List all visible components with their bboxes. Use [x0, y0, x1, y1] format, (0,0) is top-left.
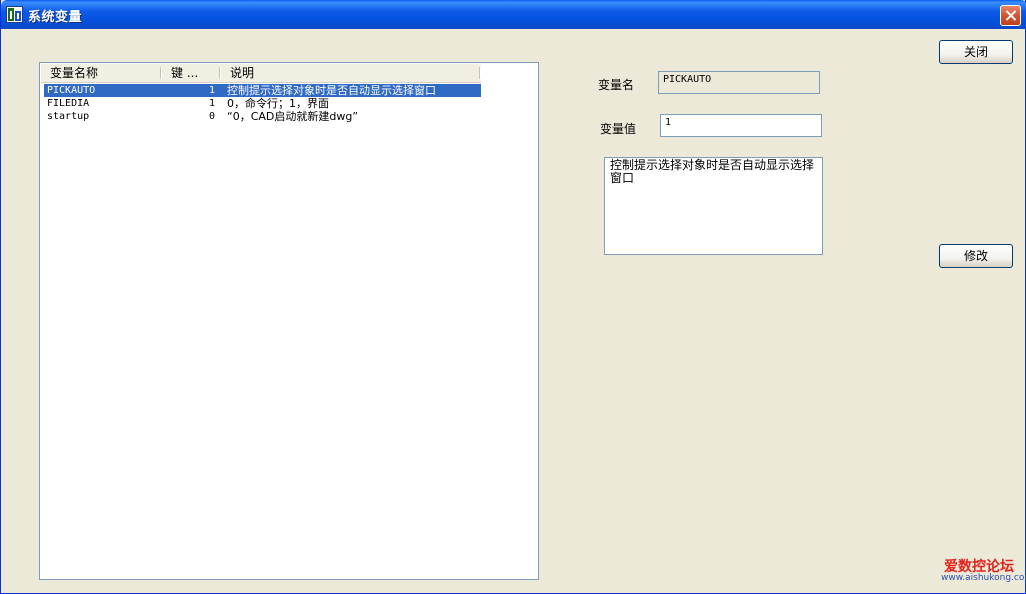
variable-value-input[interactable]: 1 — [660, 114, 822, 137]
list-item[interactable]: FILEDIA 1 0，命令行；1，界面 — [44, 97, 481, 110]
column-header-key[interactable]: 键 ... — [171, 64, 198, 82]
window-title: 系统变量 — [28, 10, 83, 25]
watermark-url: www.aishukong.com — [941, 573, 1026, 583]
column-divider[interactable] — [160, 67, 162, 79]
column-divider[interactable] — [479, 67, 481, 79]
list-item[interactable]: startup 0 “0，CAD启动就新建dwg” — [44, 110, 481, 123]
description-line: 控制提示选择对象时是否自动显示选择 — [610, 158, 815, 172]
variable-name-label: 变量名 — [598, 78, 635, 92]
list-item-key: 0 — [209, 111, 216, 122]
close-button[interactable]: 关闭 — [939, 40, 1013, 64]
column-header-name[interactable]: 变量名称 — [50, 64, 98, 82]
list-item-name: PICKAUTO — [47, 85, 96, 96]
variables-list[interactable]: 变量名称 键 ... 说明 PICKAUTO 1 控制提示选择对象时是否自动显示… — [39, 62, 539, 580]
list-item-name: startup — [47, 111, 90, 122]
list-item-description: 0，命令行；1，界面 — [227, 97, 329, 110]
modify-button[interactable]: 修改 — [939, 244, 1013, 268]
description-line: 窗口 — [610, 171, 635, 185]
list-item[interactable]: PICKAUTO 1 控制提示选择对象时是否自动显示选择窗口 — [44, 84, 481, 97]
list-item-description: 控制提示选择对象时是否自动显示选择窗口 — [227, 84, 436, 97]
column-divider[interactable] — [219, 67, 221, 79]
list-item-key: 1 — [209, 98, 216, 109]
list-item-description: “0，CAD启动就新建dwg” — [227, 110, 359, 123]
list-header: 变量名称 键 ... 说明 — [41, 64, 481, 83]
column-header-description[interactable]: 说明 — [230, 64, 254, 82]
system-variables-window: 系统变量 变量名称 键 ... 说明 PICKAUTO 1 控制提示选择对象时是… — [0, 0, 1026, 594]
title-bar[interactable]: 系统变量 — [1, 0, 1026, 29]
variable-description-textarea[interactable]: 控制提示选择对象时是否自动显示选择 窗口 — [604, 157, 823, 255]
list-item-key: 1 — [209, 85, 216, 96]
variable-name-field: PICKAUTO — [658, 71, 820, 94]
variable-value-label: 变量值 — [600, 122, 637, 136]
list-item-name: FILEDIA — [47, 98, 90, 109]
app-icon — [6, 6, 23, 23]
close-window-icon[interactable] — [1000, 5, 1021, 26]
